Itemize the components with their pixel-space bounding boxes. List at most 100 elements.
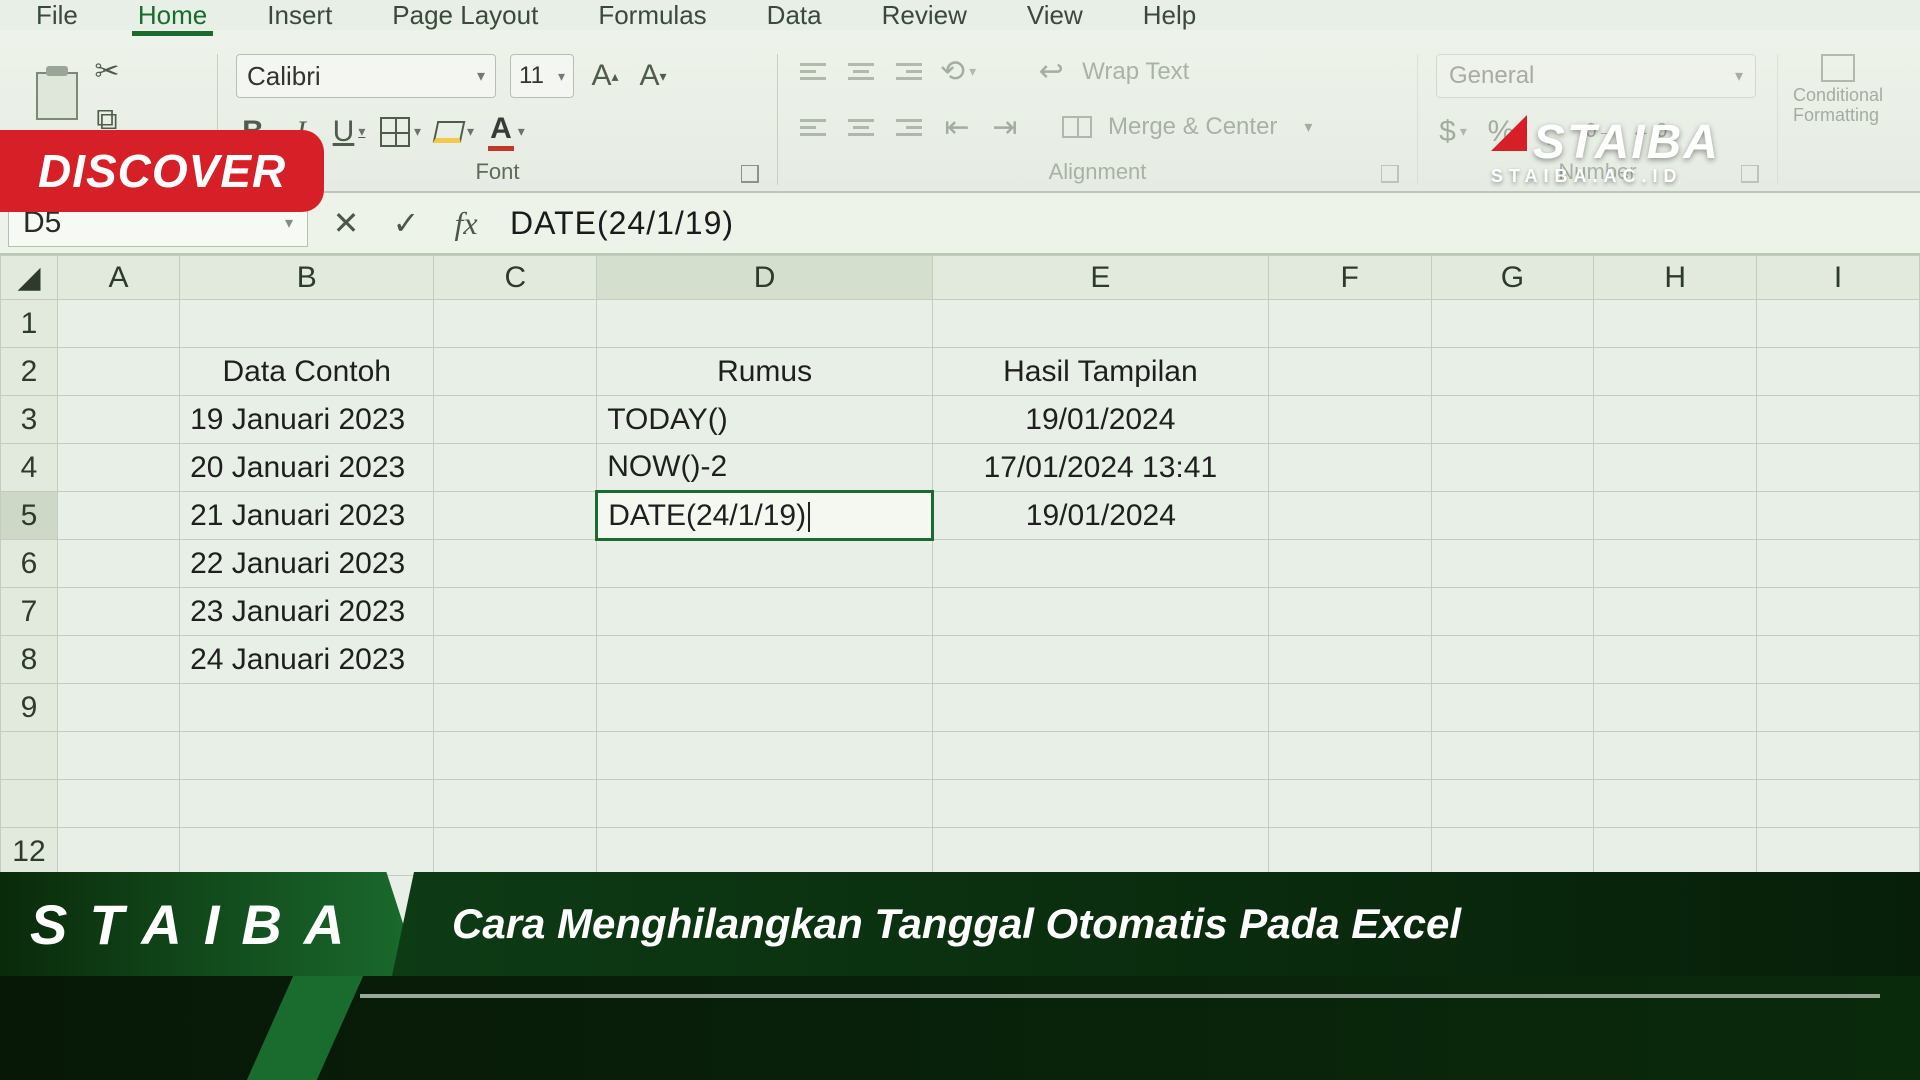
cell[interactable] bbox=[597, 684, 933, 732]
underline-button[interactable]: U bbox=[332, 115, 366, 149]
cell[interactable] bbox=[434, 828, 597, 876]
cell[interactable] bbox=[434, 396, 597, 444]
insert-function-button[interactable]: fx bbox=[436, 205, 496, 242]
cell[interactable] bbox=[1431, 348, 1594, 396]
col-header[interactable]: F bbox=[1268, 256, 1431, 300]
row-header[interactable]: 6 bbox=[1, 540, 58, 588]
cell[interactable] bbox=[434, 492, 597, 540]
cell[interactable] bbox=[57, 492, 179, 540]
cell[interactable] bbox=[57, 828, 179, 876]
orientation-button[interactable]: ⟲ bbox=[940, 54, 976, 89]
cell[interactable] bbox=[57, 444, 179, 492]
cell[interactable] bbox=[1594, 588, 1757, 636]
cell[interactable] bbox=[57, 636, 179, 684]
cell[interactable] bbox=[180, 732, 434, 780]
cell[interactable] bbox=[434, 588, 597, 636]
cell[interactable] bbox=[1431, 540, 1594, 588]
col-header[interactable]: A bbox=[57, 256, 179, 300]
cell[interactable] bbox=[1757, 444, 1920, 492]
alignment-launcher-icon[interactable] bbox=[1381, 165, 1399, 183]
cell[interactable]: 19/01/2024 bbox=[932, 492, 1268, 540]
row-header[interactable]: 12 bbox=[1, 828, 58, 876]
cell[interactable] bbox=[434, 540, 597, 588]
cell[interactable] bbox=[932, 636, 1268, 684]
cell[interactable] bbox=[1431, 300, 1594, 348]
tab-file[interactable]: File bbox=[30, 0, 84, 31]
cell[interactable] bbox=[1594, 348, 1757, 396]
tab-home[interactable]: Home bbox=[132, 0, 213, 36]
cell[interactable] bbox=[1594, 300, 1757, 348]
cell[interactable] bbox=[932, 540, 1268, 588]
cell[interactable] bbox=[932, 828, 1268, 876]
cell[interactable] bbox=[597, 588, 933, 636]
cell[interactable] bbox=[597, 540, 933, 588]
cell[interactable]: 17/01/2024 13:41 bbox=[932, 444, 1268, 492]
cell[interactable] bbox=[1431, 780, 1594, 828]
cell[interactable] bbox=[1594, 492, 1757, 540]
cell[interactable] bbox=[434, 300, 597, 348]
cell[interactable] bbox=[1757, 636, 1920, 684]
cell[interactable]: 24 Januari 2023 bbox=[180, 636, 434, 684]
cell[interactable] bbox=[1268, 780, 1431, 828]
cell[interactable] bbox=[1757, 300, 1920, 348]
tab-help[interactable]: Help bbox=[1137, 0, 1202, 31]
cell[interactable] bbox=[932, 300, 1268, 348]
currency-button[interactable]: $ bbox=[1436, 115, 1470, 149]
number-format-select[interactable]: General▾ bbox=[1436, 54, 1756, 98]
cell[interactable] bbox=[1594, 396, 1757, 444]
cell[interactable] bbox=[434, 348, 597, 396]
cell[interactable] bbox=[180, 684, 434, 732]
tab-data[interactable]: Data bbox=[761, 0, 828, 31]
conditional-formatting-button[interactable]: Conditional Formatting bbox=[1796, 54, 1880, 126]
cell[interactable] bbox=[1268, 732, 1431, 780]
cell[interactable]: 23 Januari 2023 bbox=[180, 588, 434, 636]
col-header[interactable]: B bbox=[180, 256, 434, 300]
cell[interactable] bbox=[597, 780, 933, 828]
cell[interactable] bbox=[1757, 396, 1920, 444]
borders-button[interactable] bbox=[380, 115, 421, 149]
cell[interactable]: 20 Januari 2023 bbox=[180, 444, 434, 492]
wrap-text-button[interactable]: ↩ bbox=[1034, 54, 1068, 89]
cell[interactable] bbox=[1757, 828, 1920, 876]
cell[interactable] bbox=[434, 444, 597, 492]
cell[interactable]: 19/01/2024 bbox=[932, 396, 1268, 444]
cell[interactable] bbox=[1594, 828, 1757, 876]
cell[interactable] bbox=[1757, 780, 1920, 828]
row-header[interactable] bbox=[1, 732, 58, 780]
cell[interactable]: Hasil Tampilan bbox=[932, 348, 1268, 396]
cell[interactable] bbox=[1757, 492, 1920, 540]
cell[interactable] bbox=[57, 684, 179, 732]
cell[interactable] bbox=[1431, 396, 1594, 444]
cell[interactable] bbox=[1431, 636, 1594, 684]
cell[interactable] bbox=[434, 732, 597, 780]
cell[interactable]: NOW()-2 bbox=[597, 444, 933, 492]
align-center-icon[interactable] bbox=[844, 110, 878, 144]
spreadsheet-grid[interactable]: ◢ A B C D E F G H I 12Data ContohRumusHa… bbox=[0, 255, 1920, 876]
cell[interactable] bbox=[1594, 780, 1757, 828]
cell[interactable] bbox=[1268, 636, 1431, 684]
cell[interactable] bbox=[57, 396, 179, 444]
cell[interactable] bbox=[1431, 588, 1594, 636]
col-header[interactable]: I bbox=[1757, 256, 1920, 300]
cell[interactable] bbox=[1757, 588, 1920, 636]
decrease-indent-icon[interactable]: ⇤ bbox=[940, 110, 974, 145]
cell[interactable]: 21 Januari 2023 bbox=[180, 492, 434, 540]
cell[interactable] bbox=[932, 684, 1268, 732]
cell[interactable] bbox=[1594, 540, 1757, 588]
font-size-select[interactable]: 11▾ bbox=[510, 54, 574, 98]
row-header[interactable]: 9 bbox=[1, 684, 58, 732]
row-header[interactable]: 2 bbox=[1, 348, 58, 396]
font-name-select[interactable]: Calibri▾ bbox=[236, 54, 496, 98]
row-header[interactable]: 5 bbox=[1, 492, 58, 540]
cell[interactable] bbox=[57, 348, 179, 396]
cut-icon[interactable]: ✂ bbox=[90, 54, 124, 89]
cell[interactable] bbox=[1268, 828, 1431, 876]
tab-view[interactable]: View bbox=[1021, 0, 1089, 31]
cell[interactable] bbox=[1757, 540, 1920, 588]
cell[interactable] bbox=[597, 828, 933, 876]
merge-center-button[interactable] bbox=[1060, 110, 1094, 144]
row-header[interactable] bbox=[1, 780, 58, 828]
cell[interactable] bbox=[57, 732, 179, 780]
tab-insert[interactable]: Insert bbox=[261, 0, 338, 31]
cell[interactable] bbox=[932, 732, 1268, 780]
